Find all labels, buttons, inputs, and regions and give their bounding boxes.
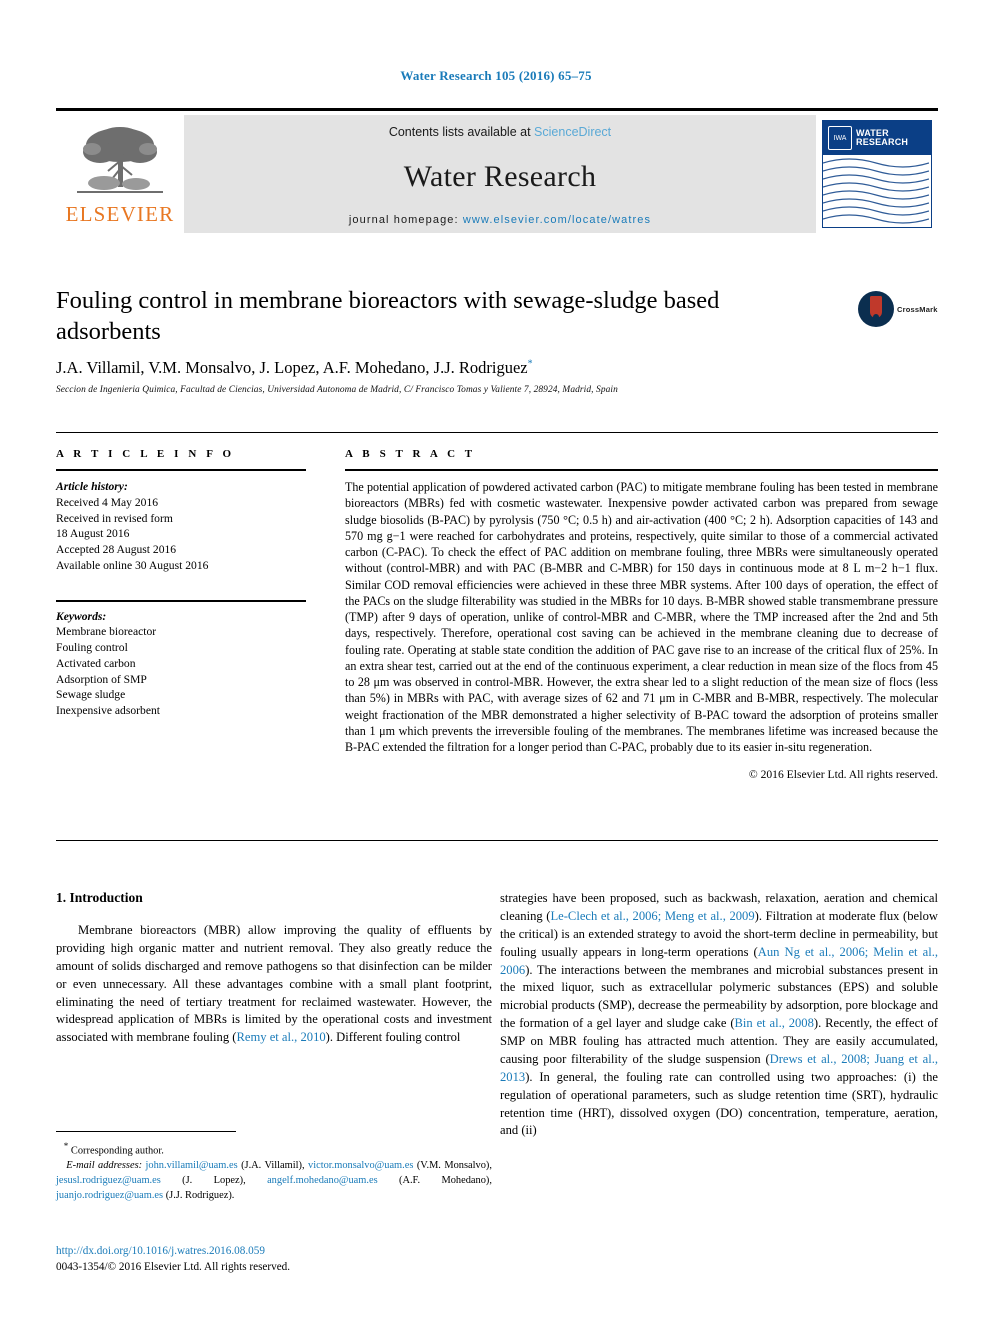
citation-link[interactable]: Remy et al., 2010 bbox=[236, 1030, 325, 1044]
history-item: Received 4 May 2016 bbox=[56, 495, 159, 509]
authors-text: J.A. Villamil, V.M. Monsalvo, J. Lopez, … bbox=[56, 358, 528, 377]
email-label: E-mail addresses: bbox=[66, 1160, 143, 1172]
abstract-heading: A B S T R A C T bbox=[345, 448, 476, 460]
email-owner: (V.M. Monsalvo) bbox=[416, 1160, 490, 1172]
article-history-label: Article history: bbox=[56, 480, 128, 493]
keyword-item: Fouling control bbox=[56, 641, 128, 655]
article-title: Fouling control in membrane bioreactors … bbox=[56, 287, 720, 346]
keyword-item: Inexpensive adsorbent bbox=[56, 704, 160, 718]
keyword-item: Sewage sludge bbox=[56, 688, 126, 702]
iwa-badge-icon: IWA bbox=[828, 126, 852, 150]
asterisk-icon: * bbox=[63, 1141, 69, 1151]
intro-text-1-end: ). Different fouling control bbox=[325, 1030, 461, 1045]
footnote-block: * Corresponding author. E-mail addresses… bbox=[56, 1140, 492, 1204]
cover-title: WATER RESEARCH bbox=[856, 128, 909, 148]
doi-link[interactable]: http://dx.doi.org/10.1016/j.watres.2016.… bbox=[56, 1243, 492, 1259]
keywords-divider bbox=[56, 599, 306, 602]
abstract-underline bbox=[345, 469, 938, 471]
contents-prefix: Contents lists available at bbox=[388, 125, 531, 139]
section-divider-top bbox=[56, 432, 938, 433]
citation-link[interactable]: Bin et al., 2008 bbox=[735, 1016, 814, 1030]
article-info-underline bbox=[56, 469, 306, 471]
homepage-url-link[interactable]: www.elsevier.com/locate/watres bbox=[463, 214, 651, 226]
author-affiliation: Seccion de Ingenieria Quimica, Facultad … bbox=[56, 385, 618, 395]
intro-paragraph-left: Membrane bioreactors (MBR) allow improvi… bbox=[56, 922, 492, 1047]
issn-copyright-line: 0043-1354/© 2016 Elsevier Ltd. All right… bbox=[56, 1261, 291, 1274]
introduction-heading: 1. Introduction bbox=[56, 890, 143, 905]
article-info-heading: A R T I C L E I N F O bbox=[56, 448, 235, 460]
corresponding-author-note: * Corresponding author. bbox=[56, 1140, 492, 1159]
homepage-prefix: journal homepage: bbox=[348, 214, 459, 226]
email-link[interactable]: juanjo.rodriguez@uam.es bbox=[56, 1190, 163, 1201]
journal-masthead: ELSEVIER Contents lists available at Sci… bbox=[56, 108, 938, 233]
corresponding-author-text: Corresponding author. bbox=[70, 1145, 164, 1157]
cover-waves-graphic bbox=[823, 155, 929, 226]
abstract-text: The potential application of powdered ac… bbox=[345, 480, 938, 755]
contents-available-line: Contents lists available at ScienceDirec… bbox=[389, 125, 611, 139]
intro-paragraph-right: strategies have been proposed, such as b… bbox=[500, 890, 938, 1140]
citation-link[interactable]: Le-Clech et al., 2006; Meng et al., 2009 bbox=[550, 909, 754, 923]
footnote-divider bbox=[56, 1131, 236, 1132]
body-column-left: 1. Introduction Membrane bioreactors (MB… bbox=[56, 890, 492, 1047]
keywords-label: Keywords: bbox=[56, 609, 107, 623]
body-column-right: strategies have been proposed, such as b… bbox=[500, 890, 938, 1140]
intro-text-1: Membrane bioreactors (MBR) allow improvi… bbox=[56, 923, 492, 1045]
paper-page: Water Research 105 (2016) 65–75 ELSEVIER… bbox=[0, 0, 992, 1323]
crossmark-badge[interactable]: CrossMark bbox=[858, 288, 937, 330]
journal-title: Water Research bbox=[403, 159, 597, 193]
email-owner: (J. Lopez) bbox=[182, 1175, 244, 1186]
email-link[interactable]: john.villamil@uam.es bbox=[146, 1160, 238, 1171]
email-link[interactable]: victor.monsalvo@uam.es bbox=[308, 1160, 413, 1171]
email-owner: (J.J. Rodriguez) bbox=[165, 1189, 232, 1201]
doi-block: http://dx.doi.org/10.1016/j.watres.2016.… bbox=[56, 1243, 492, 1275]
cover-title-line2: RESEARCH bbox=[856, 137, 909, 147]
running-head: Water Research 105 (2016) 65–75 bbox=[400, 68, 592, 83]
keyword-item: Activated carbon bbox=[56, 656, 136, 670]
abstract-column: A B S T R A C T The potential applicatio… bbox=[345, 448, 938, 781]
email-link[interactable]: jesusl.rodriguez@uam.es bbox=[56, 1175, 161, 1186]
section-divider-bottom bbox=[56, 840, 938, 841]
history-item: Available online 30 August 2016 bbox=[56, 558, 209, 572]
masthead-center: Contents lists available at ScienceDirec… bbox=[184, 115, 816, 233]
email-addresses-note: E-mail addresses: john.villamil@uam.es (… bbox=[56, 1160, 492, 1201]
keywords-block: Keywords: Membrane bioreactor Fouling co… bbox=[56, 599, 306, 719]
keyword-item: Membrane bioreactor bbox=[56, 625, 157, 639]
email-owner: (J.A. Villamil) bbox=[241, 1160, 302, 1172]
article-history-block: Article history: Received 4 May 2016 Rec… bbox=[56, 479, 306, 574]
journal-homepage-line: journal homepage: www.elsevier.com/locat… bbox=[349, 214, 651, 226]
abstract-copyright: © 2016 Elsevier Ltd. All rights reserved… bbox=[748, 767, 938, 781]
sciencedirect-link[interactable]: ScienceDirect bbox=[534, 125, 611, 139]
elsevier-wordmark: ELSEVIER bbox=[65, 202, 175, 226]
intro-seg-5: ). In general, the fouling rate can cont… bbox=[500, 1069, 938, 1138]
corresponding-author-marker: * bbox=[527, 358, 533, 370]
keyword-item: Adsorption of SMP bbox=[56, 672, 147, 686]
elsevier-tree-icon bbox=[77, 123, 163, 197]
email-link[interactable]: angelf.mohedano@uam.es bbox=[267, 1175, 378, 1186]
article-info-column: A R T I C L E I N F O Article history: R… bbox=[56, 448, 306, 719]
crossmark-icon bbox=[858, 291, 894, 327]
journal-cover-thumbnail: IWA WATER RESEARCH bbox=[816, 115, 938, 233]
elsevier-logo: ELSEVIER bbox=[56, 115, 184, 233]
history-item: Accepted 28 August 2016 bbox=[56, 543, 177, 557]
email-owner: (A.F. Mohedano) bbox=[399, 1175, 490, 1186]
author-list: J.A. Villamil, V.M. Monsalvo, J. Lopez, … bbox=[56, 358, 916, 378]
crossmark-label: CrossMark bbox=[897, 304, 938, 314]
history-item: Received in revised form bbox=[56, 511, 173, 525]
history-item: 18 August 2016 bbox=[56, 527, 130, 541]
